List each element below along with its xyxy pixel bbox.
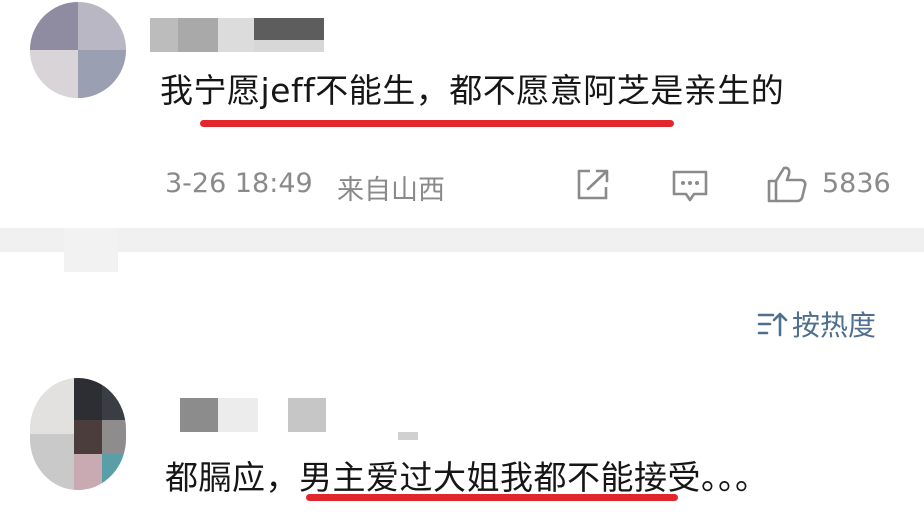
highlight-underline	[306, 494, 678, 501]
avatar-mosaic	[30, 2, 78, 50]
sort-icon	[756, 309, 788, 339]
highlight-underline	[200, 120, 674, 127]
avatar-mosaic	[102, 454, 126, 490]
avatar-mosaic	[102, 420, 126, 454]
comment-text: 我宁愿jeff不能生，都不愿意阿芝是亲生的	[160, 71, 785, 110]
like-icon[interactable]	[766, 164, 808, 204]
comment-date: 3-26 18:49	[165, 168, 313, 199]
sort-by-hot-button[interactable]: 按热度	[756, 304, 876, 344]
avatar-mosaic	[102, 378, 126, 420]
like-count: 5836	[822, 168, 891, 199]
share-icon[interactable]	[574, 167, 612, 203]
divider-artifact	[64, 228, 118, 272]
sort-label: 按热度	[792, 309, 877, 342]
avatar-mosaic	[74, 454, 102, 490]
comment-text-highlight: 男主爱过大姐我都不能接受	[299, 458, 701, 497]
avatar-mosaic	[30, 50, 78, 98]
comment-location: 来自山西	[337, 175, 445, 206]
avatar[interactable]	[30, 378, 126, 490]
avatar[interactable]	[30, 2, 126, 98]
comment-text-plain: 都膈应，	[165, 458, 299, 497]
avatar-mosaic	[78, 2, 126, 50]
avatar-mosaic	[30, 378, 74, 434]
avatar-mosaic	[78, 50, 126, 98]
comment-text: 都膈应，男主爱过大姐我都不能接受。。。	[165, 451, 769, 499]
avatar-mosaic	[30, 434, 74, 490]
reply-icon[interactable]	[670, 168, 710, 206]
section-divider	[0, 228, 924, 252]
avatar-mosaic	[74, 420, 102, 454]
comment-text-tail: 。。。	[701, 458, 769, 497]
avatar-mosaic	[74, 378, 102, 420]
